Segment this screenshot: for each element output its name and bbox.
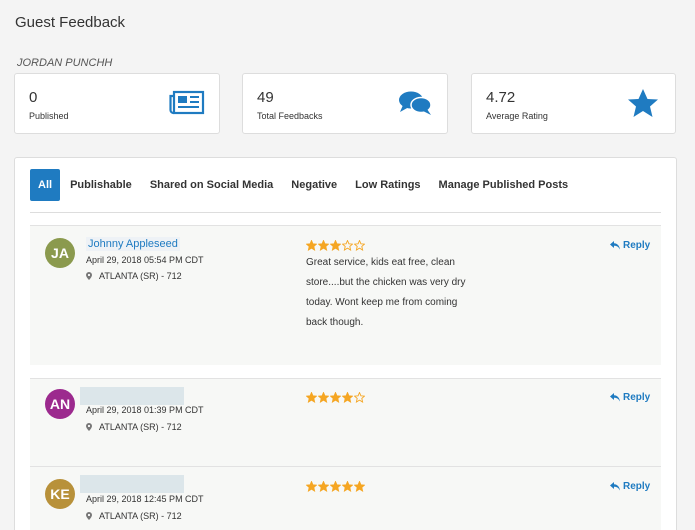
published-label: Published bbox=[29, 111, 69, 121]
map-pin-icon bbox=[86, 272, 92, 280]
total-feedbacks-card: 49 Total Feedbacks bbox=[242, 73, 448, 134]
star-empty-icon bbox=[342, 240, 353, 251]
avatar: JA bbox=[45, 238, 75, 268]
star-rating bbox=[306, 240, 366, 251]
reply-button[interactable]: Reply bbox=[610, 240, 650, 251]
avatar: AN bbox=[45, 389, 75, 419]
star-empty-icon bbox=[354, 240, 365, 251]
reply-arrow-icon bbox=[610, 241, 620, 250]
review-text-line: today. Wont keep me from coming bbox=[306, 297, 458, 308]
published-value: 0 bbox=[29, 89, 38, 106]
page-title: Guest Feedback bbox=[15, 14, 126, 31]
chat-bubbles-icon bbox=[399, 91, 432, 115]
reviewer-name-link[interactable]: Johnny Appleseed bbox=[86, 237, 180, 251]
avatar: KE bbox=[45, 479, 75, 509]
published-card: 0 Published bbox=[14, 73, 220, 134]
star-filled-icon bbox=[306, 481, 317, 492]
review-location: ATLANTA (SR) - 712 bbox=[86, 271, 182, 281]
tab-manage-published-posts[interactable]: Manage Published Posts bbox=[430, 169, 578, 201]
map-pin-icon bbox=[86, 423, 92, 431]
star-icon bbox=[628, 89, 658, 117]
reply-arrow-icon bbox=[610, 482, 620, 491]
review-date: April 29, 2018 05:54 PM CDT bbox=[86, 255, 204, 265]
feedbacks-label: Total Feedbacks bbox=[257, 111, 323, 121]
reply-button[interactable]: Reply bbox=[610, 392, 650, 403]
star-filled-icon bbox=[318, 392, 329, 403]
filter-tabs: All Publishable Shared on Social Media Nega… bbox=[30, 169, 577, 201]
star-filled-icon bbox=[306, 392, 317, 403]
map-pin-icon bbox=[86, 512, 92, 520]
review-location: ATLANTA (SR) - 712 bbox=[86, 422, 182, 432]
star-rating bbox=[306, 481, 366, 492]
review-date: April 29, 2018 12:45 PM CDT bbox=[86, 494, 204, 504]
location-label: ATLANTA (SR) - 712 bbox=[99, 422, 182, 432]
star-rating bbox=[306, 392, 366, 403]
review-text-line: back though. bbox=[306, 317, 364, 328]
review-location: ATLANTA (SR) - 712 bbox=[86, 511, 182, 521]
feedbacks-value: 49 bbox=[257, 89, 274, 106]
review-text: Great service, kids eat free, clean store… bbox=[306, 253, 496, 333]
reviewer-name-redacted bbox=[80, 475, 184, 493]
rating-label: Average Rating bbox=[486, 111, 548, 121]
location-label: ATLANTA (SR) - 712 bbox=[99, 271, 182, 281]
star-filled-icon bbox=[330, 481, 341, 492]
star-filled-icon bbox=[342, 392, 353, 403]
rating-value: 4.72 bbox=[486, 89, 516, 106]
tab-negative[interactable]: Negative bbox=[282, 169, 346, 201]
newspaper-icon bbox=[169, 90, 205, 115]
review-date: April 29, 2018 01:39 PM CDT bbox=[86, 405, 204, 415]
account-name: JORDAN PUNCHH bbox=[17, 57, 113, 69]
review-text-line: Great service, kids eat free, clean bbox=[306, 257, 455, 268]
reviewer-name-redacted bbox=[80, 387, 184, 405]
star-filled-icon bbox=[306, 240, 317, 251]
reply-arrow-icon bbox=[610, 393, 620, 402]
tabs-divider bbox=[30, 212, 661, 213]
star-filled-icon bbox=[330, 240, 341, 251]
star-filled-icon bbox=[330, 392, 341, 403]
feedback-panel: All Publishable Shared on Social Media Nega… bbox=[14, 157, 677, 530]
reply-label: Reply bbox=[623, 240, 651, 251]
reply-button[interactable]: Reply bbox=[610, 481, 650, 492]
star-filled-icon bbox=[342, 481, 353, 492]
review-card: KE April 29, 2018 12:45 PM CDT ATLANTA (S… bbox=[30, 466, 661, 530]
location-label: ATLANTA (SR) - 712 bbox=[99, 511, 182, 521]
star-filled-icon bbox=[318, 481, 329, 492]
tab-all[interactable]: All bbox=[30, 169, 61, 201]
star-empty-icon bbox=[354, 392, 365, 403]
review-text-line: store....but the chicken was very dry bbox=[306, 277, 466, 288]
star-filled-icon bbox=[318, 240, 329, 251]
average-rating-card: 4.72 Average Rating bbox=[471, 73, 676, 134]
tab-shared-on-social-media[interactable]: Shared on Social Media bbox=[141, 169, 282, 201]
review-card: AN April 29, 2018 01:39 PM CDT ATLANTA (S… bbox=[30, 378, 661, 466]
reply-label: Reply bbox=[623, 392, 651, 403]
star-filled-icon bbox=[354, 481, 365, 492]
tab-low-ratings[interactable]: Low Ratings bbox=[346, 169, 429, 201]
review-card: JA Johnny Appleseed April 29, 2018 05:54 P… bbox=[30, 225, 661, 365]
reply-label: Reply bbox=[623, 481, 651, 492]
tab-publishable[interactable]: Publishable bbox=[61, 169, 141, 201]
